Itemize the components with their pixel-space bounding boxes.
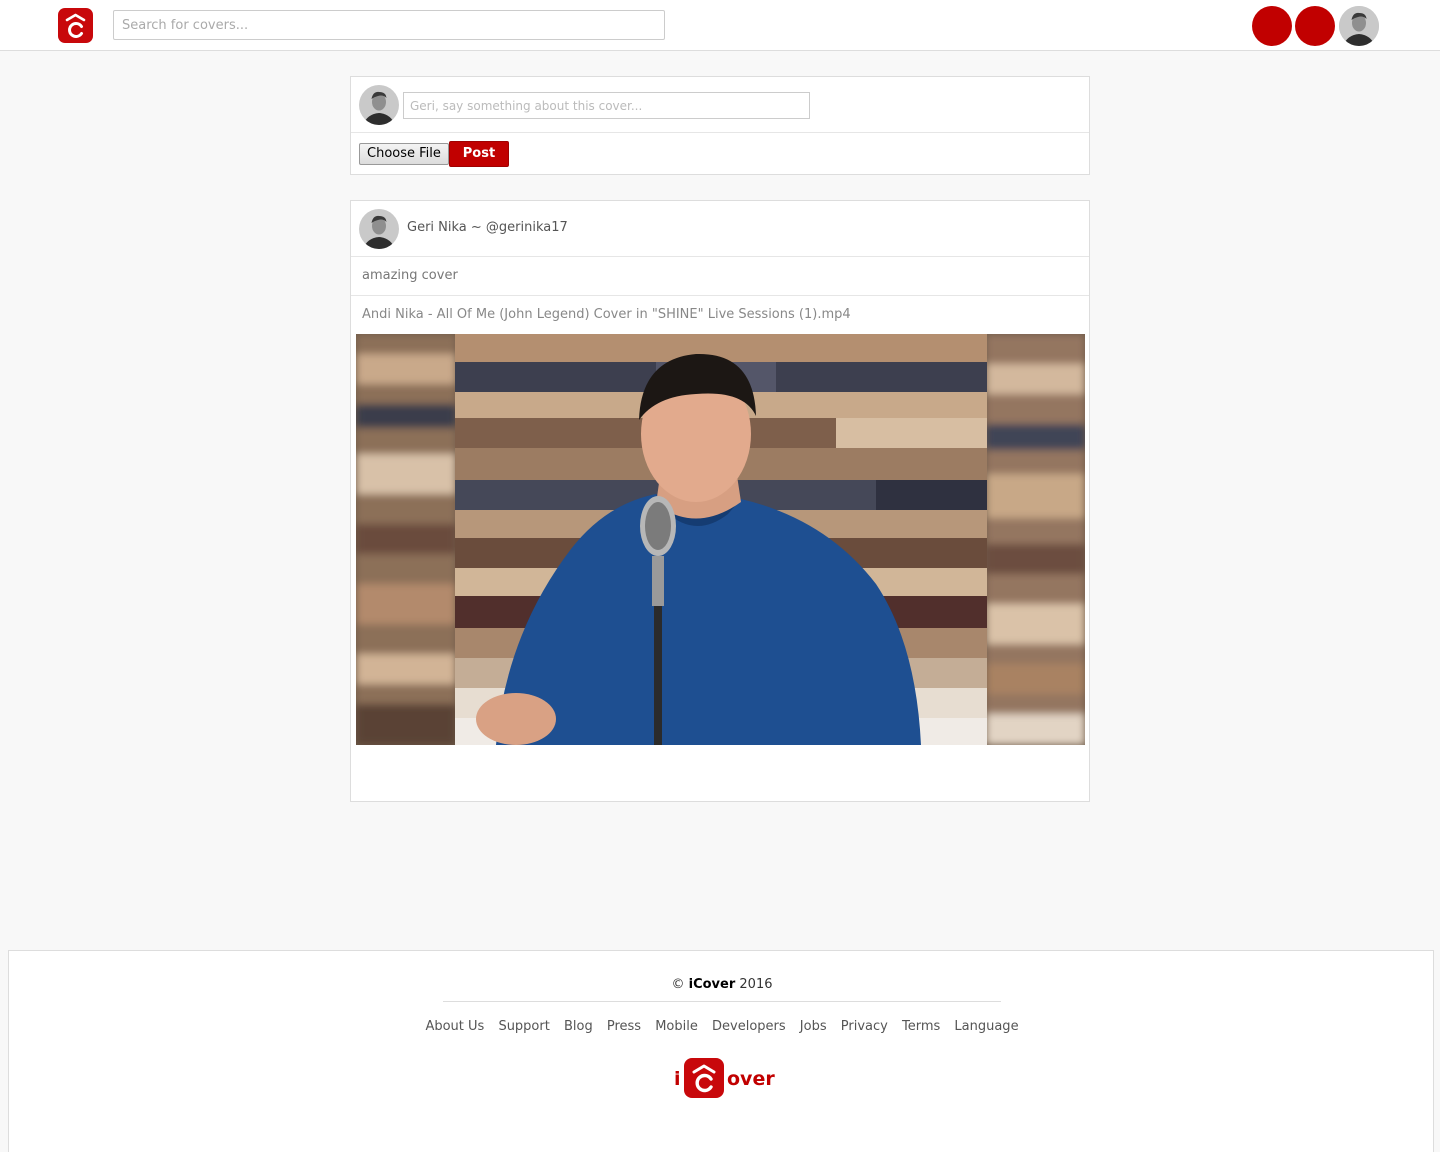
footer-link-developers[interactable]: Developers	[712, 1019, 786, 1034]
footer-link-privacy[interactable]: Privacy	[841, 1019, 888, 1034]
footer-link-language[interactable]: Language	[954, 1019, 1018, 1034]
composer-text-input[interactable]	[403, 92, 810, 119]
post-author-name[interactable]: Geri Nika ~ @gerinika17	[407, 220, 568, 235]
post-button[interactable]: Post	[449, 141, 509, 167]
footer-link-about-us[interactable]: About Us	[425, 1019, 484, 1034]
composer-avatar	[359, 85, 399, 125]
icover-logo-icon	[684, 1058, 724, 1098]
footer-links: About Us Support Blog Press Mobile Devel…	[9, 1019, 1435, 1034]
user-avatar[interactable]	[1339, 6, 1379, 46]
top-navbar	[0, 0, 1440, 51]
footer-brand-name: iCover	[688, 977, 736, 992]
icover-logo-icon[interactable]	[58, 8, 93, 43]
footer-link-mobile[interactable]: Mobile	[655, 1019, 698, 1034]
footer-link-press[interactable]: Press	[607, 1019, 641, 1034]
search-input[interactable]	[113, 10, 665, 40]
footer-logo-i: i	[674, 1068, 681, 1090]
footer-divider	[443, 1001, 1001, 1002]
copyright-symbol: ©	[671, 977, 685, 992]
footer-copyright: © iCover 2016	[9, 977, 1435, 992]
post-composer: Choose File Post	[350, 76, 1090, 175]
footer-logo-over: over	[727, 1068, 775, 1090]
choose-file-button[interactable]: Choose File	[359, 143, 449, 165]
footer-link-jobs[interactable]: Jobs	[800, 1019, 827, 1034]
video-thumbnail	[356, 334, 1085, 745]
post-video-filename: Andi Nika - All Of Me (John Legend) Cove…	[362, 307, 851, 322]
footer-link-blog[interactable]: Blog	[564, 1019, 593, 1034]
footer-link-terms[interactable]: Terms	[902, 1019, 940, 1034]
messages-button[interactable]	[1295, 6, 1335, 46]
post-header: Geri Nika ~ @gerinika17	[351, 201, 1089, 257]
post-card: Geri Nika ~ @gerinika17 amazing cover An…	[350, 200, 1090, 802]
post-caption: amazing cover	[351, 257, 1089, 296]
post-author-avatar[interactable]	[359, 209, 399, 249]
page-footer: © iCover 2016 About Us Support Blog Pres…	[8, 950, 1434, 1152]
footer-logo[interactable]: i over	[674, 1056, 775, 1098]
footer-link-support[interactable]: Support	[498, 1019, 549, 1034]
video-player[interactable]	[356, 334, 1085, 745]
notifications-button[interactable]	[1252, 6, 1292, 46]
copyright-year: 2016	[739, 977, 773, 992]
composer-input-row	[351, 77, 1089, 133]
